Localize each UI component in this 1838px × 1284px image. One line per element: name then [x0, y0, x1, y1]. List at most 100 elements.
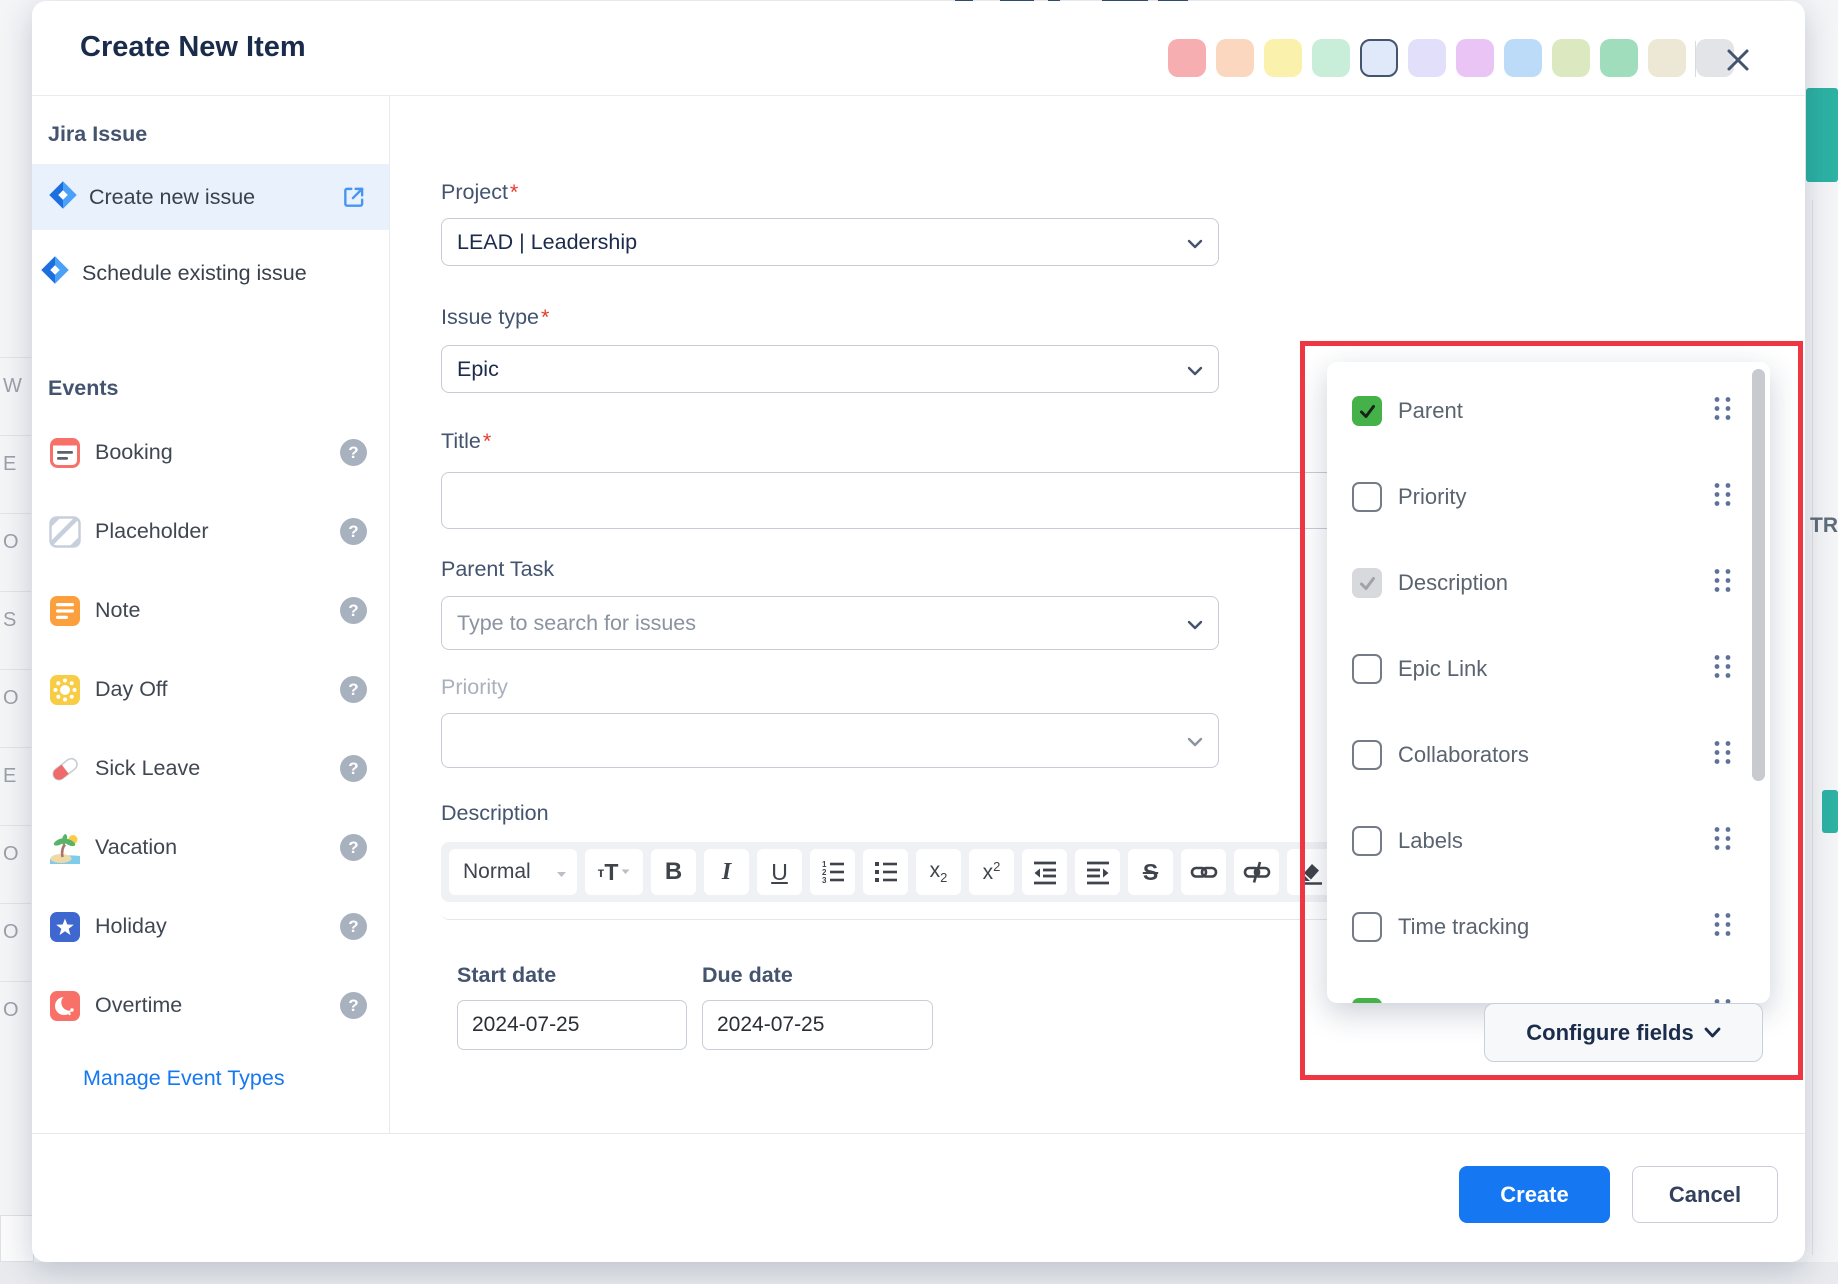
drag-handle-icon[interactable]	[1712, 825, 1733, 857]
indent-button[interactable]	[1075, 849, 1120, 895]
background-grid-line	[0, 435, 31, 436]
sidebar-item-day-off[interactable]: Day Off ?	[32, 650, 389, 729]
due-date-input[interactable]: 2024-07-25	[702, 1000, 933, 1050]
color-swatch[interactable]	[1504, 39, 1542, 77]
outdent-button[interactable]	[1022, 849, 1067, 895]
superscript-button[interactable]: x2	[969, 849, 1014, 895]
field-checkbox-unchecked[interactable]	[1352, 912, 1382, 942]
subscript-button[interactable]: x2	[916, 849, 961, 895]
close-icon[interactable]	[1718, 40, 1758, 80]
event-label: Vacation	[95, 835, 177, 860]
field-checkbox-checked[interactable]	[1352, 396, 1382, 426]
field-label: Epic Link	[1398, 656, 1487, 682]
sidebar-item-overtime[interactable]: Overtime ?	[32, 966, 389, 1045]
field-toggle-collaborators: Collaborators	[1327, 712, 1770, 798]
strikethrough-button[interactable]: S	[1128, 849, 1173, 895]
field-checkbox-unchecked[interactable]	[1352, 826, 1382, 856]
ordered-list-button[interactable]: 123	[810, 849, 855, 895]
start-date-label: Start date	[457, 963, 556, 988]
issue-type-select[interactable]: Epic	[441, 345, 1219, 393]
event-label: Holiday	[95, 914, 167, 939]
background-grid-line	[0, 669, 31, 670]
help-icon[interactable]: ?	[340, 439, 367, 466]
popup-scrollbar[interactable]	[1752, 369, 1765, 781]
help-icon[interactable]: ?	[340, 834, 367, 861]
help-icon[interactable]: ?	[340, 913, 367, 940]
background-letter: O	[3, 687, 19, 710]
screen: WEOSOEOOO TR Create New Item Jira Issue	[0, 0, 1838, 1284]
field-toggle-time-tracking: Time tracking	[1327, 884, 1770, 970]
background-letter: O	[3, 921, 19, 944]
issue-type-value: Epic	[457, 357, 499, 382]
drag-handle-icon[interactable]	[1712, 567, 1733, 599]
bullet-list-button[interactable]	[863, 849, 908, 895]
background-grid-line	[1812, 200, 1813, 1255]
sidebar-section-events: Events	[48, 376, 119, 401]
sidebar-item-create-new-issue[interactable]: Create new issue	[32, 164, 389, 230]
background-letter: S	[3, 609, 16, 632]
help-icon[interactable]: ?	[340, 597, 367, 624]
color-swatch[interactable]	[1264, 39, 1302, 77]
create-button[interactable]: Create	[1459, 1166, 1610, 1223]
sidebar-item-holiday[interactable]: Holiday ?	[32, 887, 389, 966]
project-select[interactable]: LEAD | Leadership	[441, 218, 1219, 266]
external-link-icon[interactable]	[341, 184, 367, 210]
sidebar-item-booking[interactable]: Booking ?	[32, 413, 389, 492]
drag-handle-icon[interactable]	[1712, 395, 1733, 427]
field-checkbox-checked-disabled[interactable]	[1352, 568, 1382, 598]
start-date-input[interactable]: 2024-07-25	[457, 1000, 687, 1050]
color-swatch[interactable]	[1552, 39, 1590, 77]
italic-button[interactable]: I	[704, 849, 749, 895]
event-label: Placeholder	[95, 519, 209, 544]
color-swatch[interactable]	[1600, 39, 1638, 77]
color-swatch[interactable]	[1216, 39, 1254, 77]
color-swatch[interactable]	[1648, 39, 1686, 77]
manage-event-types-link[interactable]: Manage Event Types	[83, 1066, 285, 1091]
color-swatch[interactable]	[1456, 39, 1494, 77]
cancel-button[interactable]: Cancel	[1632, 1166, 1778, 1223]
create-new-item-modal: Create New Item Jira Issue Create new is…	[32, 1, 1805, 1262]
help-icon[interactable]: ?	[340, 992, 367, 1019]
field-checkbox-checked[interactable]	[1352, 998, 1382, 1003]
jira-icon	[40, 255, 70, 296]
background-grid-line	[0, 981, 31, 982]
background-teal-block	[1806, 88, 1838, 182]
bold-button[interactable]: B	[651, 849, 696, 895]
sidebar-item-schedule-existing-issue[interactable]: Schedule existing issue	[40, 255, 340, 296]
unlink-button[interactable]	[1234, 849, 1279, 895]
paragraph-style-select[interactable]: Normal	[449, 849, 577, 895]
color-swatch[interactable]	[1168, 39, 1206, 77]
field-checkbox-unchecked[interactable]	[1352, 482, 1382, 512]
chevron-down-icon	[1187, 728, 1203, 753]
parent-task-select[interactable]: Type to search for issues	[441, 596, 1219, 650]
clear-format-button[interactable]	[1287, 849, 1332, 895]
field-checkbox-unchecked[interactable]	[1352, 740, 1382, 770]
help-icon[interactable]: ?	[340, 676, 367, 703]
color-swatch-selected[interactable]	[1360, 39, 1398, 77]
drag-handle-icon[interactable]	[1712, 739, 1733, 771]
sidebar-item-placeholder[interactable]: Placeholder ?	[32, 492, 389, 571]
configure-fields-button[interactable]: Configure fields	[1484, 1003, 1763, 1062]
background-grid-line	[0, 357, 31, 358]
drag-handle-icon[interactable]	[1712, 911, 1733, 943]
help-icon[interactable]: ?	[340, 755, 367, 782]
sidebar-item-note[interactable]: Note ?	[32, 571, 389, 650]
background-grid-line	[0, 591, 31, 592]
font-size-button[interactable]: тT	[585, 849, 643, 895]
drag-handle-icon[interactable]	[1712, 481, 1733, 513]
link-button[interactable]	[1181, 849, 1226, 895]
help-icon[interactable]: ?	[340, 518, 367, 545]
priority-select[interactable]	[441, 713, 1219, 768]
drag-handle-icon[interactable]	[1712, 653, 1733, 685]
field-toggle-epic-link: Epic Link	[1327, 626, 1770, 712]
parent-task-label: Parent Task	[441, 557, 554, 582]
color-swatch[interactable]	[1408, 39, 1446, 77]
background-letter: E	[3, 453, 16, 476]
sidebar-item-vacation[interactable]: Vacation ?	[32, 808, 389, 887]
background-grid-line	[0, 747, 31, 748]
event-label: Booking	[95, 440, 173, 465]
underline-button[interactable]: U	[757, 849, 802, 895]
color-swatch[interactable]	[1312, 39, 1350, 77]
sidebar-item-sick-leave[interactable]: Sick Leave ?	[32, 729, 389, 808]
field-checkbox-unchecked[interactable]	[1352, 654, 1382, 684]
